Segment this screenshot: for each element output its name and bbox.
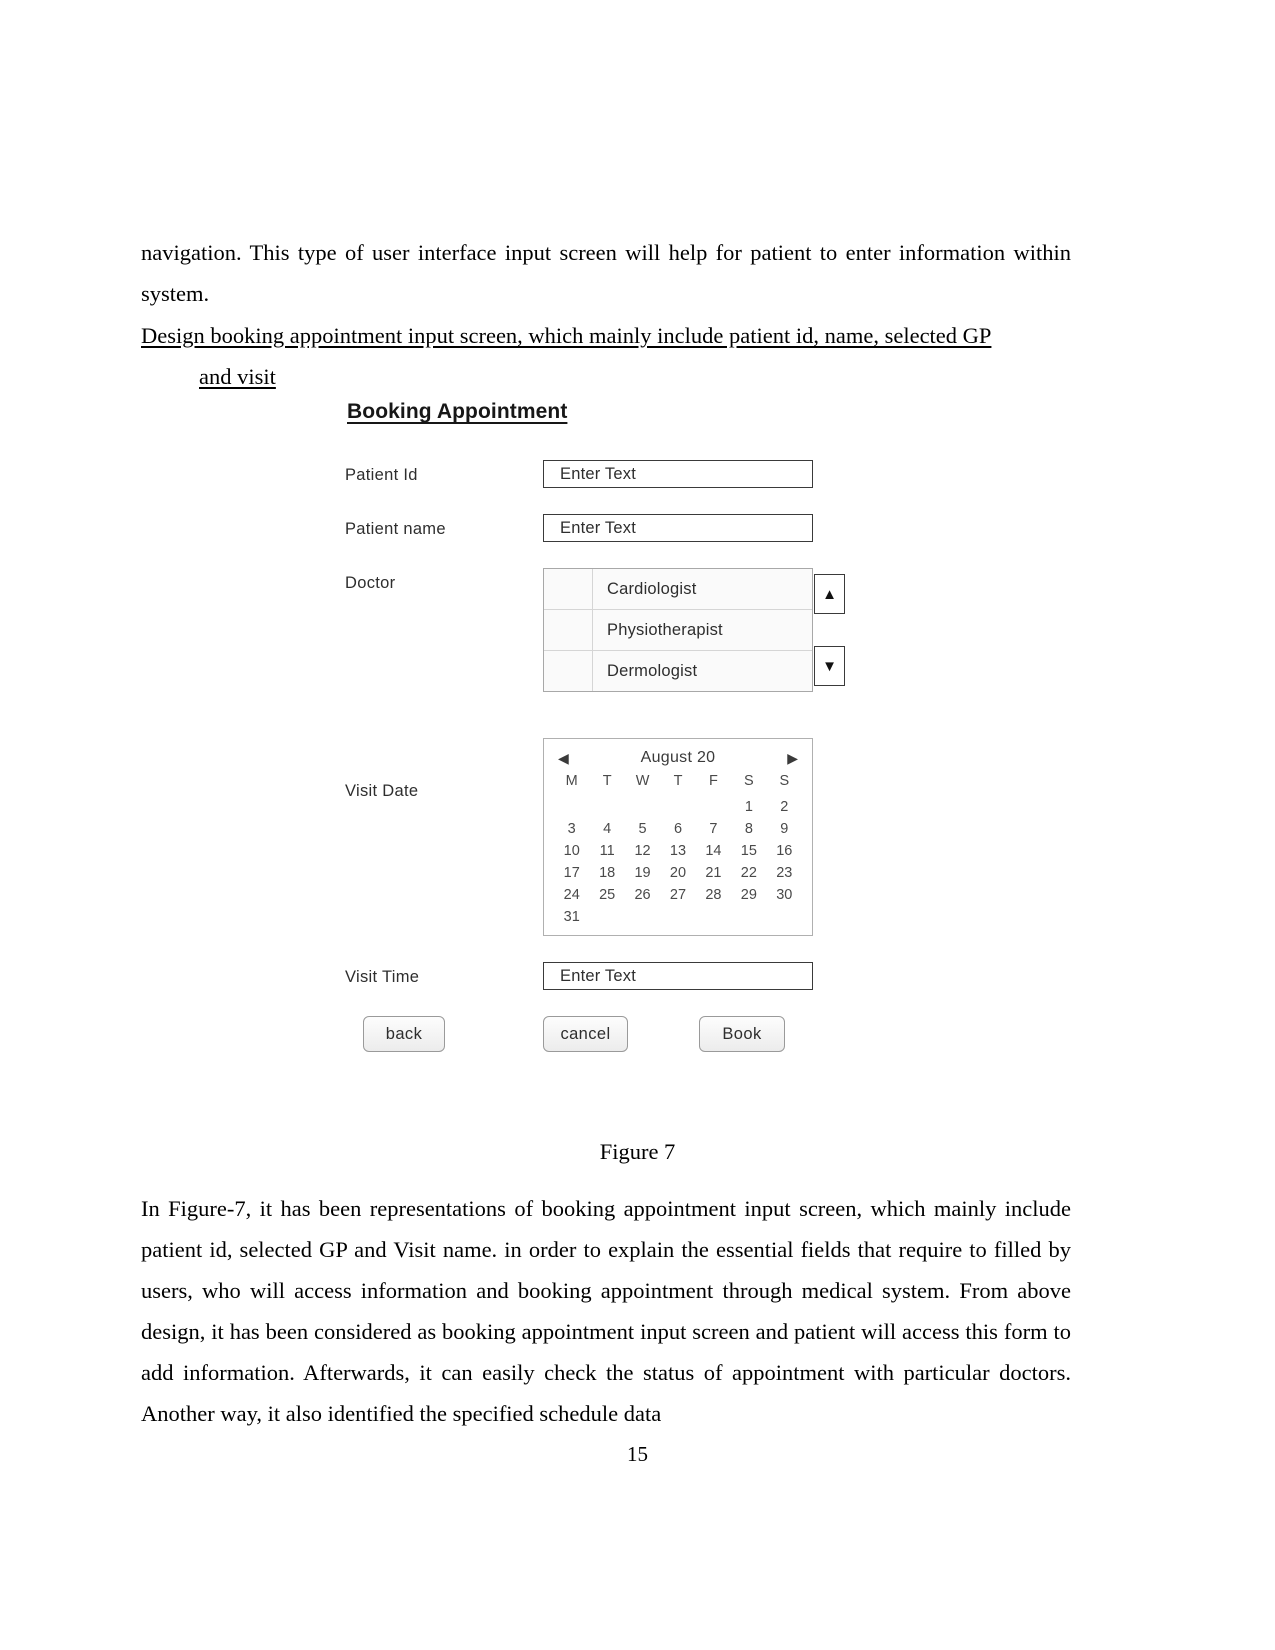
document-page: navigation. This type of user interface … — [0, 0, 1275, 1650]
calendar-day-cell[interactable]: 10 — [554, 843, 589, 859]
calendar-day-cell[interactable]: 15 — [731, 843, 766, 859]
calendar-day-cell[interactable]: 17 — [554, 865, 589, 881]
patient-id-label: Patient Id — [345, 466, 418, 484]
list-item[interactable]: Cardiologist — [544, 569, 812, 610]
calendar-day-header: T — [602, 773, 612, 789]
form-row-visit-time: Visit Time Enter Text — [345, 962, 865, 990]
list-item-gutter — [544, 651, 593, 691]
page-number: 15 — [627, 1442, 648, 1466]
calendar-day-cell[interactable]: 13 — [660, 843, 695, 859]
calendar-day-cell[interactable]: 24 — [554, 887, 589, 903]
doctor-listbox[interactable]: Cardiologist Physiotherapist Dermologist — [543, 568, 813, 692]
visit-date-label: Visit Date — [345, 782, 419, 800]
doctor-option-label: Physiotherapist — [607, 620, 723, 639]
calendar-empty-cell — [589, 799, 624, 815]
chevron-left-icon[interactable]: ◀ — [558, 751, 569, 765]
paragraph-bottom: In Figure-7, it has been representations… — [141, 1188, 1071, 1434]
calendar-day-header: S — [744, 773, 754, 789]
calendar-day-cell[interactable]: 18 — [589, 865, 624, 881]
calendar-empty-cell — [696, 799, 731, 815]
figure-title: Booking Appointment — [347, 400, 568, 423]
triangle-up-icon[interactable]: ▲ — [814, 574, 845, 614]
calendar-empty-cell — [625, 799, 660, 815]
calendar-day-cell[interactable]: 2 — [767, 799, 802, 815]
calendar-day-cell[interactable]: 25 — [589, 887, 624, 903]
form-row-visit-date: Visit Date ◀ August 20 ▶ MTWTFSS12345678… — [345, 738, 865, 936]
calendar-day-cell[interactable]: 14 — [696, 843, 731, 859]
calendar-day-cell[interactable]: 8 — [731, 821, 766, 837]
calendar-empty-cell — [554, 799, 589, 815]
form-row-patient-id: Patient Id Enter Text — [345, 460, 865, 488]
calendar-day-cell[interactable]: 11 — [589, 843, 624, 859]
calendar-header: ◀ August 20 ▶ — [554, 747, 802, 773]
list-item[interactable]: Physiotherapist — [544, 610, 812, 651]
calendar-widget[interactable]: ◀ August 20 ▶ M T W T F S S 1 2 3 4 5 6 7 8 9 10 11 12 13 14… — [543, 738, 813, 936]
calendar-day-cell[interactable]: 1 — [731, 799, 766, 815]
calendar-day-cell[interactable]: 6 — [660, 821, 695, 837]
calendar-day-cell[interactable]: 30 — [767, 887, 802, 903]
patient-name-label: Patient name — [345, 520, 446, 538]
underlined-heading-line2: and visit — [199, 364, 276, 389]
calendar-day-header: S — [779, 773, 790, 789]
paragraph-bottom-text: In Figure-7, it has been representations… — [141, 1196, 1071, 1426]
cancel-button[interactable]: cancel — [543, 1016, 628, 1052]
chevron-right-icon[interactable]: ▶ — [787, 751, 798, 765]
calendar-day-cell[interactable]: 23 — [767, 865, 802, 881]
doctor-option-label: Cardiologist — [607, 579, 697, 598]
calendar-day-cell[interactable]: 5 — [625, 821, 660, 837]
calendar-day-header: M — [565, 773, 578, 789]
calendar-day-cell[interactable]: 16 — [767, 843, 802, 859]
calendar-day-cell[interactable]: 21 — [696, 865, 731, 881]
calendar-day-cell[interactable]: 19 — [625, 865, 660, 881]
underlined-heading: Design booking appointment input screen,… — [141, 315, 1071, 397]
calendar-day-cell[interactable]: 3 — [554, 821, 589, 837]
visit-time-input[interactable]: Enter Text — [543, 962, 813, 990]
calendar-day-header: F — [708, 773, 718, 789]
booking-appointment-figure: Booking Appointment Patient Id Enter Tex… — [345, 400, 865, 1060]
calendar-day-cell[interactable]: 31 — [554, 909, 589, 925]
book-button[interactable]: Book — [699, 1016, 785, 1052]
figure-caption: Figure 7 — [599, 1139, 676, 1164]
paragraph-top: navigation. This type of user interface … — [141, 232, 1071, 314]
list-item-gutter — [544, 610, 593, 650]
doctor-option-label: Dermologist — [607, 661, 698, 680]
calendar-day-cell[interactable]: 20 — [660, 865, 695, 881]
paragraph-top-text: navigation. This type of user interface … — [141, 240, 1071, 306]
patient-name-input[interactable]: Enter Text — [543, 514, 813, 542]
patient-id-input[interactable]: Enter Text — [543, 460, 813, 488]
calendar-month-label: August 20 — [640, 749, 716, 766]
list-item-gutter — [544, 569, 593, 609]
back-button[interactable]: back — [363, 1016, 445, 1052]
calendar-day-cell[interactable]: 29 — [731, 887, 766, 903]
form-row-patient-name: Patient name Enter Text — [345, 514, 865, 542]
calendar-day-header: T — [673, 773, 683, 789]
calendar-day-cell[interactable]: 12 — [625, 843, 660, 859]
figure-button-row: back cancel Book — [363, 1016, 865, 1060]
calendar-day-header: W — [635, 773, 650, 789]
form-row-doctor: Doctor Cardiologist Physiotherapist Derm… — [345, 568, 865, 692]
calendar-day-cell[interactable]: 22 — [731, 865, 766, 881]
calendar-day-cell[interactable]: 28 — [696, 887, 731, 903]
calendar-empty-cell — [660, 799, 695, 815]
calendar-day-cell[interactable]: 4 — [589, 821, 624, 837]
underlined-heading-line1: Design booking appointment input screen,… — [141, 323, 992, 348]
list-item[interactable]: Dermologist — [544, 651, 812, 692]
calendar-day-cell[interactable]: 26 — [625, 887, 660, 903]
visit-time-label: Visit Time — [345, 968, 420, 986]
calendar-day-cell[interactable]: 9 — [767, 821, 802, 837]
calendar-day-cell[interactable]: 27 — [660, 887, 695, 903]
calendar-day-cell[interactable]: 7 — [696, 821, 731, 837]
calendar-grid: M T W T F S S 1 2 3 4 5 6 7 8 9 10 11 12 13 14 15 16 17 18 19 20 21… — [554, 773, 802, 925]
triangle-down-icon[interactable]: ▼ — [814, 646, 845, 686]
doctor-listbox-wrapper: Cardiologist Physiotherapist Dermologist… — [543, 568, 845, 692]
doctor-label: Doctor — [345, 574, 396, 592]
